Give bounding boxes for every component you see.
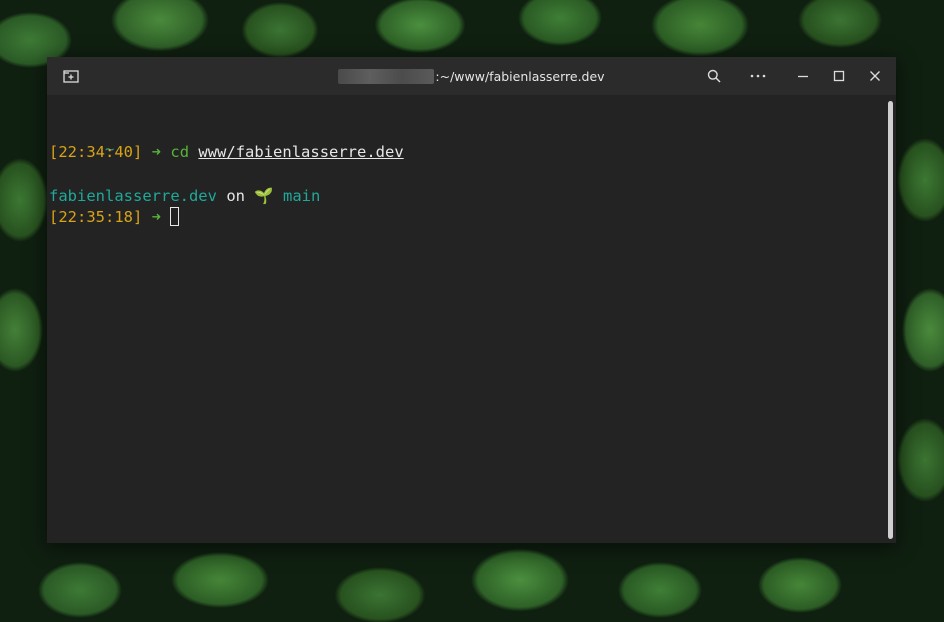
timestamp: [22:34:40] [49, 143, 143, 161]
scrollbar[interactable] [888, 101, 893, 539]
prompt-arrow-icon: ➜ [151, 143, 162, 161]
terminal-output[interactable]: ~ [22:34:40] ➜ cd www/fabienlasserre.dev… [47, 95, 896, 543]
git-branch: main [283, 187, 321, 205]
terminal-line-cd: [22:34:40] ➜ cd www/fabienlasserre.dev [49, 142, 404, 162]
command: cd [170, 143, 190, 161]
branch-icon: 🌱 [254, 187, 274, 205]
close-icon[interactable] [863, 64, 887, 88]
terminal-line-prompt: [22:35:18] ➜ [49, 207, 180, 227]
new-tab-icon[interactable] [59, 64, 83, 88]
prompt-arrow-icon: ➜ [151, 208, 162, 226]
title-path: :~/www/fabienlasserre.dev [435, 68, 605, 84]
on-label: on [226, 187, 245, 205]
timestamp: [22:35:18] [49, 208, 143, 226]
title-bar[interactable]: :~/www/fabienlasserre.dev [47, 57, 896, 95]
command-argument-path: www/fabienlasserre.dev [198, 143, 404, 161]
current-directory: fabienlasserre.dev [49, 187, 217, 205]
redacted-hostname [338, 68, 435, 84]
terminal-window: :~/www/fabienlasserre.dev ~ [22:34:40] ➜… [47, 57, 896, 543]
terminal-line-repo: fabienlasserre.dev on 🌱 main [49, 186, 320, 206]
maximize-icon[interactable] [827, 64, 851, 88]
search-icon[interactable] [702, 64, 726, 88]
menu-icon[interactable] [746, 64, 770, 88]
minimize-icon[interactable] [791, 64, 815, 88]
text-cursor[interactable] [170, 207, 180, 226]
